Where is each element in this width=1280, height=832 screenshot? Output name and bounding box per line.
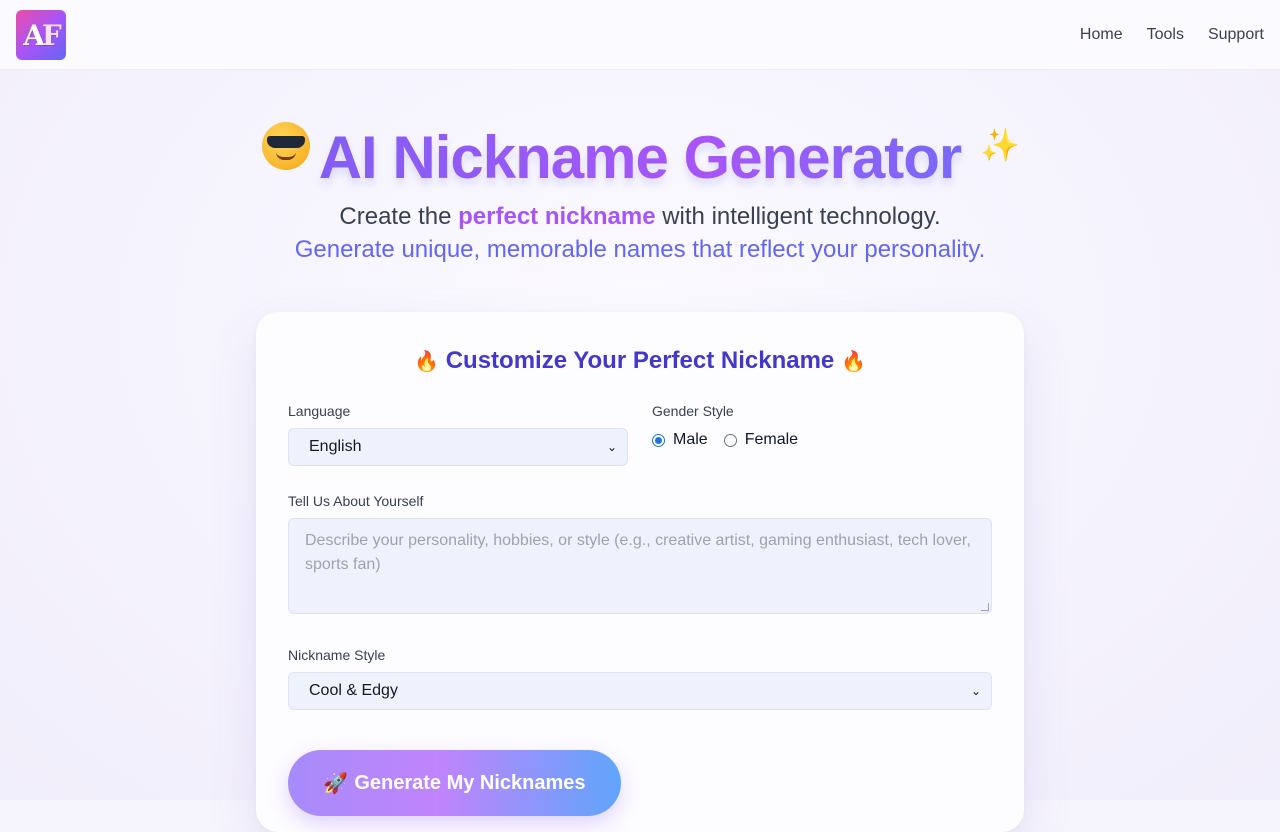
hero-subtitle-highlight: perfect nickname <box>458 203 655 230</box>
nav-tools-link[interactable]: Tools <box>1147 24 1184 46</box>
chevron-down-icon: ⌄ <box>971 673 981 709</box>
fire-icon: 🔥 <box>414 349 439 373</box>
nav-support-link[interactable]: Support <box>1208 24 1264 46</box>
hero-subtitle-secondary: Generate unique, memorable names that re… <box>0 234 1280 266</box>
rocket-icon: 🚀 <box>323 771 348 795</box>
generate-button-label: Generate My Nicknames <box>354 772 585 795</box>
nav-home-link[interactable]: Home <box>1080 24 1123 46</box>
chevron-down-icon: ⌄ <box>607 429 617 465</box>
nickname-style-label: Nickname Style <box>288 646 385 664</box>
gender-option-female[interactable]: Female <box>724 430 798 450</box>
logo-letter-a: A <box>23 19 42 52</box>
site-header: AF Home Tools Support <box>0 0 1280 70</box>
nickname-style-select[interactable]: Cool & Edgy ⌄ <box>288 672 992 710</box>
sparkle-icon: ✨ <box>980 128 1020 162</box>
gender-radio-group: Male Female <box>652 430 798 450</box>
nickname-style-value: Cool & Edgy <box>309 682 398 699</box>
hero-subtitle: Create the perfect nickname with intelli… <box>0 200 1280 234</box>
radio-male[interactable] <box>652 434 665 447</box>
resize-handle-icon[interactable] <box>981 603 989 611</box>
nickname-form-card: 🔥 Customize Your Perfect Nickname 🔥 Lang… <box>256 312 1024 832</box>
about-label: Tell Us About Yourself <box>288 492 423 510</box>
hero-title-row: AI Nickname Generator AI Nickname Genera… <box>0 110 1280 200</box>
logo[interactable]: AF <box>16 10 66 60</box>
language-select-value: English <box>309 438 361 455</box>
form-title-text: Customize Your Perfect Nickname <box>446 347 835 374</box>
hero-subtitle-pre: Create the <box>339 203 458 230</box>
page-title: AI Nickname Generator <box>0 120 1280 196</box>
fire-icon: 🔥 <box>841 349 866 373</box>
hero-section: AI Nickname Generator AI Nickname Genera… <box>0 110 1280 266</box>
language-label: Language <box>288 402 350 420</box>
generate-nicknames-button[interactable]: 🚀 Generate My Nicknames <box>288 750 621 816</box>
hero-subtitle-post: with intelligent technology. <box>656 203 941 230</box>
about-textarea[interactable]: Describe your personality, hobbies, or s… <box>288 518 992 614</box>
main-nav: Home Tools Support <box>1080 24 1264 46</box>
about-placeholder: Describe your personality, hobbies, or s… <box>305 532 971 573</box>
language-select[interactable]: English ⌄ <box>288 428 628 466</box>
radio-female-label: Female <box>745 430 798 450</box>
gender-style-label: Gender Style <box>652 402 734 420</box>
logo-letter-f: F <box>42 19 59 52</box>
gender-option-male[interactable]: Male <box>652 430 708 450</box>
form-title: 🔥 Customize Your Perfect Nickname 🔥 <box>256 346 1024 376</box>
radio-male-label: Male <box>673 430 708 450</box>
radio-female[interactable] <box>724 434 737 447</box>
